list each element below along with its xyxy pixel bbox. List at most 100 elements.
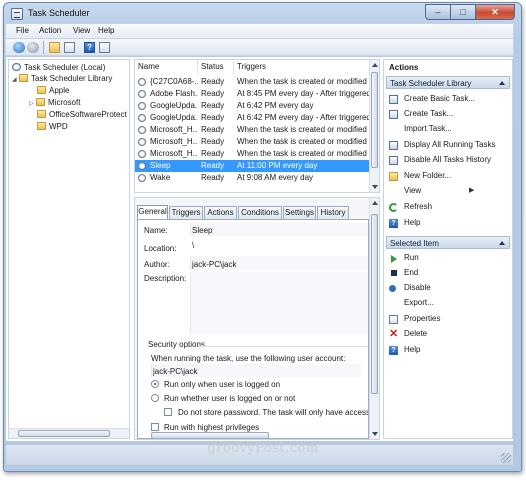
task-row[interactable]: Microsoft_H... Ready When the task is crea…: [135, 124, 371, 136]
column-header-triggers[interactable]: Triggers: [234, 60, 371, 74]
column-header-name[interactable]: Name: [135, 60, 198, 74]
do-not-store-password-label: Do not store password. The task will onl…: [178, 408, 369, 417]
scroll-up-icon[interactable]: [372, 63, 378, 67]
name-label: Name:: [144, 226, 168, 235]
task-name-cell: Microsoft_H...: [150, 137, 198, 146]
task-row[interactable]: Microsoft_H... Ready When the task is crea…: [135, 148, 371, 160]
action-label: Disable All Tasks History: [404, 155, 491, 164]
run-icon: [391, 255, 397, 263]
task-clock-icon: [138, 174, 146, 182]
tree-horizontal-scrollbar[interactable]: [9, 428, 129, 438]
scrollbar-thumb[interactable]: [18, 430, 110, 437]
task-row[interactable]: GoogleUpda... Ready At 6:42 PM every day: [135, 100, 371, 112]
action-label: Export...: [404, 298, 434, 307]
disable-icon: [389, 285, 396, 292]
task-row[interactable]: GoogleUpda... Ready At 6:42 PM every day -…: [135, 112, 371, 124]
task-row[interactable]: Adobe Flash... Ready At 8:45 PM every day …: [135, 88, 371, 100]
tab-triggers[interactable]: Triggers: [169, 206, 203, 219]
radio-logged-on-or-not-label: Run whether user is logged on or not: [164, 394, 296, 403]
collapse-caret-icon[interactable]: [499, 81, 505, 85]
scroll-up-icon[interactable]: [372, 201, 378, 205]
scroll-down-icon[interactable]: [372, 432, 378, 436]
task-clock-icon: [138, 162, 146, 170]
tab-conditions[interactable]: Conditions: [238, 206, 282, 219]
task-row[interactable]: Sleep Ready At 11:00 PM every day: [135, 160, 371, 172]
radio-logged-on-label: Run only when user is logged on: [164, 380, 281, 389]
help-icon: ?: [389, 346, 398, 355]
radio-logged-on-or-not[interactable]: [151, 394, 159, 402]
end-icon: [391, 270, 397, 276]
menu-view[interactable]: View: [73, 26, 90, 35]
scrollbar-thumb[interactable]: [371, 214, 378, 394]
details-scrollbar[interactable]: [369, 198, 379, 439]
task-clock-icon: [138, 78, 146, 86]
back-button[interactable]: [13, 42, 25, 53]
description-field[interactable]: [190, 272, 368, 334]
forward-button[interactable]: [27, 42, 39, 53]
radio-logged-on[interactable]: [151, 380, 159, 388]
task-scheduler-icon: [12, 63, 21, 71]
task-row[interactable]: Wake Ready At 9:08 AM every day: [135, 172, 371, 184]
task-trigger-cell: When the task is created or modified: [237, 125, 367, 134]
location-value: \: [192, 241, 195, 250]
details-horizontal-scrollbar-thumb[interactable]: [151, 432, 269, 438]
tree-item-library[interactable]: ◢ Task Scheduler Library: [12, 74, 112, 85]
task-row[interactable]: {C27C0A68-... Ready When the task is creat…: [135, 76, 371, 88]
create-task-icon: [389, 110, 398, 119]
collapse-caret-icon[interactable]: [499, 241, 505, 245]
tab-general[interactable]: General: [137, 205, 168, 220]
tree-item-officesoftwareprotect[interactable]: OfficeSoftwareProtect: [37, 110, 127, 121]
tab-settings[interactable]: Settings: [283, 206, 316, 219]
task-status-cell: Ready: [201, 149, 225, 158]
title-bar[interactable]: Task Scheduler – □ ✕: [4, 3, 521, 25]
help-icon[interactable]: ?: [84, 42, 95, 53]
menu-help[interactable]: Help: [98, 26, 114, 35]
tab-history[interactable]: History: [317, 206, 349, 219]
tab-actions[interactable]: Actions: [204, 206, 237, 219]
menu-bar: File Action View Help: [5, 23, 514, 38]
security-options-title: Security options: [148, 340, 205, 349]
actions-group-library[interactable]: Task Scheduler Library: [386, 76, 510, 89]
tree-root-label: Task Scheduler (Local): [24, 63, 106, 72]
tree-item-apple[interactable]: Apple: [37, 86, 69, 97]
action-label: Delete: [404, 329, 428, 338]
location-label: Location:: [144, 244, 177, 253]
folder-icon: [37, 110, 46, 118]
task-clock-icon: [138, 150, 146, 158]
highest-privileges-checkbox[interactable]: [151, 423, 159, 431]
scroll-down-icon[interactable]: [372, 185, 378, 189]
toolbar: ?: [5, 38, 514, 56]
task-trigger-cell: At 6:42 PM every day: [237, 101, 314, 110]
column-header-status[interactable]: Status: [198, 60, 234, 74]
close-button[interactable]: ✕: [475, 4, 515, 20]
minimize-button[interactable]: –: [425, 4, 450, 20]
show-hide-console-tree-icon[interactable]: [64, 42, 75, 53]
action-label: Properties: [404, 314, 441, 323]
scrollbar-thumb[interactable]: [371, 72, 378, 168]
task-trigger-cell: At 8:45 PM every day - After triggered,: [237, 89, 371, 98]
do-not-store-password-checkbox[interactable]: [164, 408, 172, 416]
history-icon: [389, 156, 398, 165]
tree-item-root[interactable]: Task Scheduler (Local): [12, 63, 105, 74]
menu-action[interactable]: Action: [39, 26, 61, 35]
expand-arrow-icon[interactable]: ▷: [29, 100, 36, 107]
tree-library-label: Task Scheduler Library: [31, 74, 113, 83]
task-row[interactable]: Microsoft_H... Ready When the task is crea…: [135, 136, 371, 148]
task-list-scrollbar[interactable]: [369, 60, 379, 192]
tree-folder-label: Microsoft: [48, 98, 81, 107]
tree-item-wpd[interactable]: WPD: [37, 122, 68, 133]
actions-group-library-label: Task Scheduler Library: [390, 79, 472, 88]
maximize-button[interactable]: □: [450, 4, 475, 20]
collapse-arrow-icon[interactable]: ◢: [12, 76, 19, 83]
action-label: Create Basic Task...: [404, 94, 475, 103]
menu-file[interactable]: File: [16, 26, 29, 35]
tree-item-microsoft[interactable]: ▷ Microsoft: [29, 98, 80, 109]
task-trigger-cell: At 6:42 PM every day - After triggered,: [237, 113, 371, 122]
running-tasks-icon: [389, 141, 398, 150]
actions-group-selected[interactable]: Selected Item: [386, 236, 510, 249]
task-trigger-cell: At 11:00 PM every day: [237, 161, 318, 170]
show-hide-action-pane-icon[interactable]: [99, 42, 110, 53]
up-folder-icon[interactable]: [49, 42, 60, 53]
task-trigger-cell: At 9:08 AM every day: [237, 173, 314, 182]
minimize-icon: –: [435, 7, 441, 17]
